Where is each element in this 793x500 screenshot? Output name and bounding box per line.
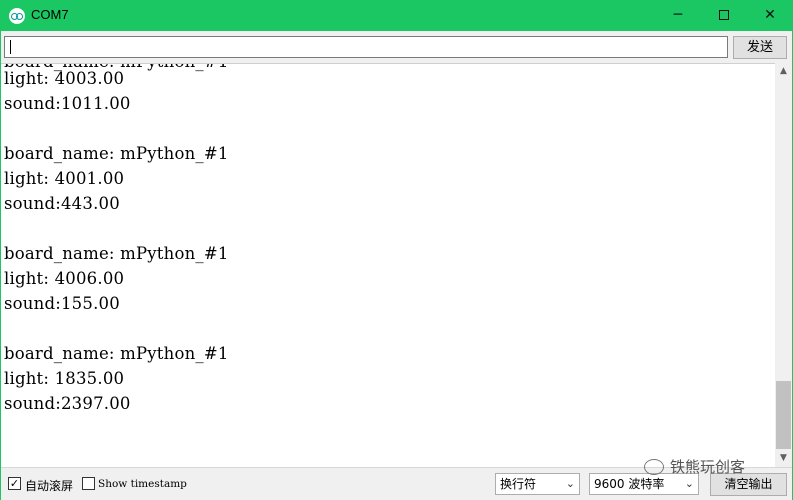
send-input[interactable] — [4, 36, 728, 58]
output-line: sound:155.00 — [4, 294, 120, 313]
output-line: light: 1835.00 — [4, 369, 125, 388]
title-bar: COM7 ─ ✕ — [0, 0, 793, 31]
arduino-icon — [9, 8, 25, 24]
scroll-down-arrow-icon[interactable]: ▼ — [775, 450, 792, 467]
output-line: sound:1011.00 — [4, 94, 131, 113]
output-line: sound:443.00 — [4, 194, 120, 213]
window-title: COM7 — [31, 7, 69, 22]
autoscroll-label: 自动滚屏 — [25, 479, 74, 493]
maximize-icon — [719, 10, 729, 20]
watermark-text: 铁熊玩创客 — [670, 458, 746, 476]
autoscroll-checkbox[interactable]: ✓ — [8, 477, 21, 490]
wechat-icon — [644, 459, 664, 475]
chevron-down-icon: ⌄ — [565, 477, 575, 490]
send-row: 发送 — [1, 31, 792, 63]
text-caret — [10, 40, 11, 54]
line-ending-value: 换行符 — [500, 477, 537, 491]
output-line: board_name: mPython_#1 — [4, 144, 229, 163]
output-line: sound:2397.00 — [4, 394, 131, 413]
vertical-scrollbar[interactable]: ▲ ▼ — [775, 63, 792, 467]
output-line: board_name: mPython_#1 — [4, 344, 229, 363]
watermark: 铁熊玩创客 — [644, 456, 745, 478]
serial-output[interactable]: board_name: mPython_#1 light: 4003.00 so… — [1, 63, 775, 467]
baud-rate-value: 9600 波特率 — [594, 477, 665, 491]
show-timestamp-label: Show timestamp — [98, 478, 187, 490]
line-ending-select[interactable]: 换行符 ⌄ — [495, 473, 580, 495]
close-button[interactable]: ✕ — [747, 0, 793, 31]
send-button[interactable]: 发送 — [733, 36, 787, 59]
show-timestamp-checkbox[interactable] — [82, 477, 95, 490]
scroll-thumb[interactable] — [776, 381, 791, 449]
output-line: light: 4001.00 — [4, 169, 125, 188]
output-line: light: 4006.00 — [4, 269, 125, 288]
output-line: light: 4003.00 — [4, 69, 125, 88]
maximize-button[interactable] — [701, 0, 747, 31]
scroll-up-arrow-icon[interactable]: ▲ — [775, 63, 792, 80]
output-line: board_name: mPython_#1 — [4, 244, 229, 263]
minimize-button[interactable]: ─ — [655, 0, 701, 31]
